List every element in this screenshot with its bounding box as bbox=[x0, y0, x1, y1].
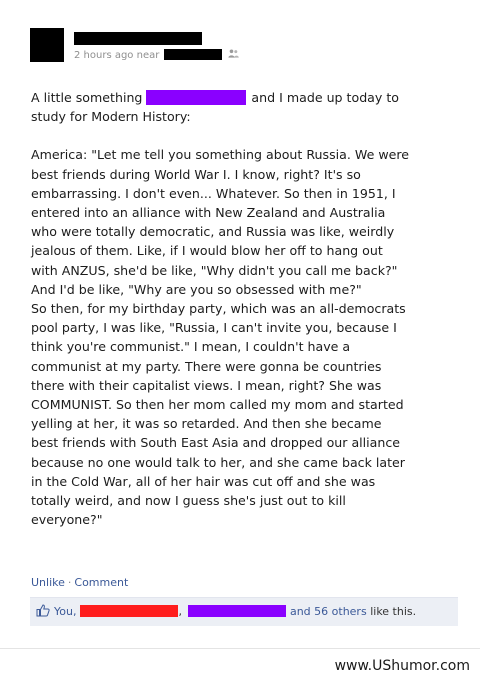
tagged-name-redacted[interactable] bbox=[146, 90, 247, 105]
post-meta: 2 hours ago near bbox=[74, 49, 240, 61]
action-separator: · bbox=[67, 576, 72, 589]
body-line: because no one would talk to her, and sh… bbox=[31, 454, 405, 470]
body-line: totally weird, and now I guess she's jus… bbox=[31, 493, 346, 509]
body-line: And I'd be like, "Why are you so obsesse… bbox=[31, 281, 362, 297]
post-intro: A little something and I made up today to… bbox=[31, 88, 451, 126]
intro-line-2: study for Modern History: bbox=[31, 109, 191, 125]
liker-name-redacted-1[interactable] bbox=[80, 605, 179, 617]
likes-comma: , bbox=[178, 605, 182, 618]
likes-suffix: like this. bbox=[370, 605, 417, 618]
body-line: COMMUNIST. So then her mom called my mom… bbox=[31, 397, 404, 413]
body-line: with ANZUS, she'd be like, "Why didn't y… bbox=[31, 262, 398, 278]
you-link[interactable]: You, bbox=[54, 605, 76, 618]
body-line: who were totally democratic, and Russia … bbox=[31, 224, 395, 240]
unlike-link[interactable]: Unlike bbox=[31, 576, 65, 589]
comment-link[interactable]: Comment bbox=[74, 576, 128, 589]
location-redacted[interactable] bbox=[164, 49, 223, 60]
body-line: best friends during World War I. I know,… bbox=[31, 166, 361, 182]
thumbs-up-icon bbox=[36, 604, 50, 620]
body-line: So then, for my birthday party, which wa… bbox=[31, 301, 406, 317]
body-line: in the Cold War, all of her hair was cut… bbox=[31, 473, 376, 489]
body-line: America: "Let me tell you something abou… bbox=[31, 147, 410, 163]
body-line: jealous of them. Like, if I would blow h… bbox=[31, 243, 383, 259]
body-line: there with their capitalist views. I mea… bbox=[31, 377, 382, 393]
body-line: best friends with South East Asia and dr… bbox=[31, 435, 401, 451]
body-line: yelling at her, it was so retarded. And … bbox=[31, 416, 382, 432]
facebook-post: 2 hours ago near A little something and I… bbox=[0, 0, 480, 681]
post-actions: Unlike · Comment bbox=[31, 576, 128, 589]
others-link[interactable]: and 56 others bbox=[290, 605, 367, 618]
likes-bar: You,, and 56 others like this. bbox=[30, 597, 458, 626]
divider bbox=[0, 648, 480, 649]
intro-text-start: A little something bbox=[31, 90, 143, 105]
body-line: everyone?" bbox=[31, 512, 103, 528]
author-name-redacted[interactable] bbox=[74, 32, 202, 45]
post-body: America: "Let me tell you something abou… bbox=[31, 145, 451, 529]
timestamp[interactable]: 2 hours ago near bbox=[74, 50, 159, 61]
body-line: embarrassing. I don't even... Whatever. … bbox=[31, 185, 396, 201]
body-line: think you're communist." I mean, I could… bbox=[31, 339, 351, 355]
body-line: entered into an alliance with New Zealan… bbox=[31, 205, 386, 221]
watermark: www.UShumor.com bbox=[334, 658, 470, 674]
body-line: pool party, I was like, "Russia, I can't… bbox=[31, 320, 397, 336]
avatar-redacted[interactable] bbox=[30, 28, 64, 62]
body-line: communist at my party. There were gonna … bbox=[31, 358, 382, 374]
post-header: 2 hours ago near bbox=[30, 28, 460, 68]
friends-icon[interactable] bbox=[228, 49, 240, 61]
intro-text-end: and I made up today to bbox=[251, 90, 399, 105]
post-content: A little something and I made up today to… bbox=[31, 88, 451, 529]
liker-name-redacted-2[interactable] bbox=[187, 605, 286, 617]
